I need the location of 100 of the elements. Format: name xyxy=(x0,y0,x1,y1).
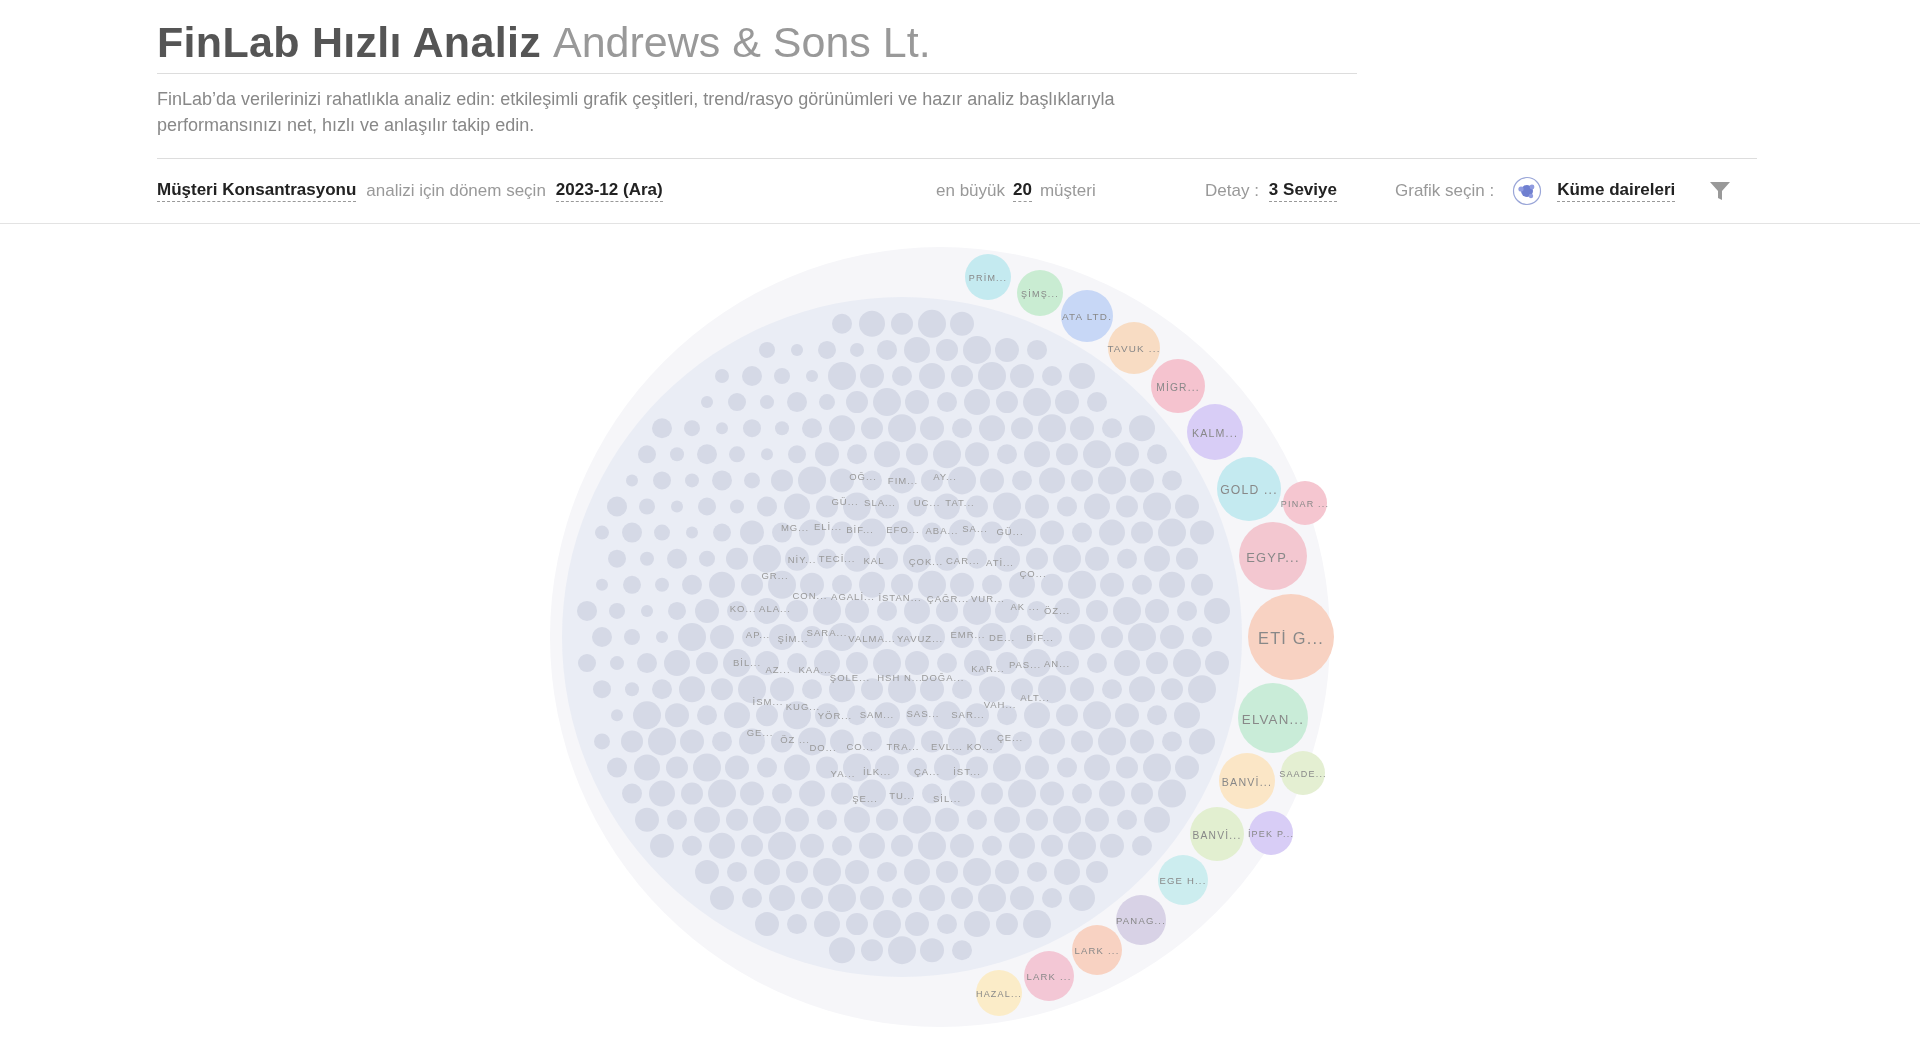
bubble-label: SAADE... xyxy=(1279,768,1327,779)
bubble-label: HAZAL... xyxy=(975,988,1023,999)
bubble-label: ATİ... xyxy=(986,557,1014,568)
bubble-label: YA... xyxy=(830,768,856,779)
bubble-label: CAR... xyxy=(946,555,980,566)
bubble-label: DOĞA... xyxy=(921,672,965,683)
bubble-label: KAL xyxy=(863,555,885,566)
bubble-label: AP... xyxy=(745,629,771,640)
bubble-label: SAM... xyxy=(859,709,895,720)
bubble-label: TECİ... xyxy=(818,553,856,564)
bubble-label: EVL... xyxy=(931,741,963,752)
bubble-label: ELİ... xyxy=(813,521,843,532)
bubble-label: CON... xyxy=(792,590,828,601)
bubble-label: BİL... xyxy=(732,657,762,668)
page-title: FinLab Hızlı Analiz xyxy=(157,18,541,66)
bubble-label: ATA LTD. xyxy=(1061,311,1113,323)
bubble-label: KUG... xyxy=(785,701,821,712)
bubble-label: İPEK P... xyxy=(1247,828,1295,839)
bubble-label: AK ... xyxy=(1010,601,1040,612)
bubble-label: SARA... xyxy=(806,627,848,638)
bubble-label: TU... xyxy=(889,790,915,801)
bubble-label: DO... xyxy=(809,742,837,753)
bubble-label: GÜ... xyxy=(831,496,859,507)
bubble-label: TRA... xyxy=(886,741,920,752)
bubble-label: ÇAĞR... xyxy=(926,593,970,604)
bubble-label: UC... xyxy=(913,497,941,508)
bubble-label: AY... xyxy=(933,471,957,482)
bubble-label: EMR... xyxy=(950,629,986,640)
bubble-label: SA... xyxy=(962,523,988,534)
company-name: Andrews & Sons Lt. xyxy=(552,18,931,66)
bubble-label: ALA... xyxy=(759,603,791,614)
bubble-label: TAT... xyxy=(945,497,975,508)
bubble-label: ELVAN... xyxy=(1241,711,1305,727)
bubble-label: EGYP... xyxy=(1246,549,1300,565)
bubble-label: YAVUZ... xyxy=(896,633,944,644)
bubble-label: GR... xyxy=(761,570,789,581)
bubble-label: MG... xyxy=(780,522,810,533)
bubble-label: EFO... xyxy=(886,524,920,535)
bubble-label: ŞİM... xyxy=(777,633,809,644)
page-description: FinLab’da verilerinizi rahatlıkla analiz edin: etkileşimli grafik çeşitleri, trend/rasyo görünümleri ve hazır analiz başlıklarıyla performansınızı net, hızlı ve anlaşılır takip edin. xyxy=(157,88,1116,137)
bubble-label: EGE H... xyxy=(1159,875,1207,887)
bubble-label: FIM... xyxy=(887,475,919,486)
bubble-label: GE... xyxy=(746,727,774,738)
bubble-label: GOLD ... xyxy=(1220,483,1278,498)
chart-type-dropdown[interactable]: Küme daireleri xyxy=(1557,180,1676,202)
bubble-label: AN... xyxy=(1043,658,1071,669)
bubble-label: SAS... xyxy=(906,708,940,719)
bubble-label: SAR... xyxy=(951,709,985,720)
bubble-label: AZ... xyxy=(765,664,791,675)
bubble-label: PAS... xyxy=(1008,659,1042,670)
bubble-label: BANVİ... xyxy=(1221,775,1273,788)
bubble-label: HSH N... xyxy=(877,672,923,683)
top-suffix: müşteri xyxy=(1039,181,1096,201)
bubble-label: LARK ... xyxy=(1026,971,1072,983)
bubble-label: AGALİ... xyxy=(831,591,875,602)
bubble-label: PINAR ... xyxy=(1280,498,1330,509)
bubble-label: BANVİ... xyxy=(1192,829,1242,841)
bubble-label: İST... xyxy=(953,766,981,777)
bubble-label: İSM... xyxy=(752,696,784,707)
bubble-label: ABA... xyxy=(925,525,959,536)
detail-dropdown[interactable]: 3 Seviye xyxy=(1268,180,1337,202)
bubble-label: ALT... xyxy=(1020,692,1050,703)
bubble-label: GÜ... xyxy=(996,526,1024,537)
bubble-label: ÇO... xyxy=(1019,568,1047,579)
bubble-label: YÖR... xyxy=(817,710,853,721)
bubble-label: ŞOLE... xyxy=(829,672,871,683)
period-prompt: analizi için dönem seçin xyxy=(366,181,546,201)
bubble-label: PRİM... xyxy=(968,272,1008,283)
bubble-label: VUR... xyxy=(971,593,1005,604)
bubble-label: ÇOK... xyxy=(908,556,944,567)
bubble-label: KAA... xyxy=(798,664,832,675)
bubble-label: OĞ... xyxy=(849,471,877,482)
analysis-dropdown[interactable]: Müşteri Konsantrasyonu xyxy=(157,180,357,202)
bubble-label: PANAG... xyxy=(1115,915,1167,927)
bubble-label: KALM... xyxy=(1191,426,1239,439)
bubble-label: VAH... xyxy=(983,699,1017,710)
bubble-label: VALMA... xyxy=(848,633,896,644)
bubble-label: İLK... xyxy=(862,766,892,777)
period-dropdown[interactable]: 2023-12 (Ara) xyxy=(555,180,663,202)
chart-type-label: Grafik seçin : xyxy=(1395,181,1495,201)
bubble-label: LARK ... xyxy=(1074,945,1120,957)
bubble-label: İSTAN... xyxy=(878,592,922,603)
bubble-label: CO... xyxy=(846,741,874,752)
top-prefix: en büyük xyxy=(936,181,1005,201)
top-count-dropdown[interactable]: 20 xyxy=(1013,180,1032,202)
bubble-label: KO... xyxy=(966,741,994,752)
detail-label: Detay : xyxy=(1205,181,1259,201)
bubble-label: KAR... xyxy=(971,663,1005,674)
bubble-label: ÇE... xyxy=(996,732,1024,743)
bubble-label: DE... xyxy=(988,632,1016,643)
bubble-label: SLA... xyxy=(864,497,896,508)
bubble-label: BİF... xyxy=(846,524,874,535)
bubble-label: BİF... xyxy=(1026,632,1054,643)
bubble-label: ÖZ... xyxy=(1043,605,1071,616)
bubble-label: SİL... xyxy=(932,793,962,804)
bubble-label: ŞİMŞ... xyxy=(1021,288,1059,299)
bubble-label: MİGR... xyxy=(1156,381,1200,393)
bubble-label: NİY... xyxy=(787,554,817,565)
bubble-label: ÖZ ... xyxy=(780,734,810,745)
bubble-label: ŞE... xyxy=(852,793,878,804)
